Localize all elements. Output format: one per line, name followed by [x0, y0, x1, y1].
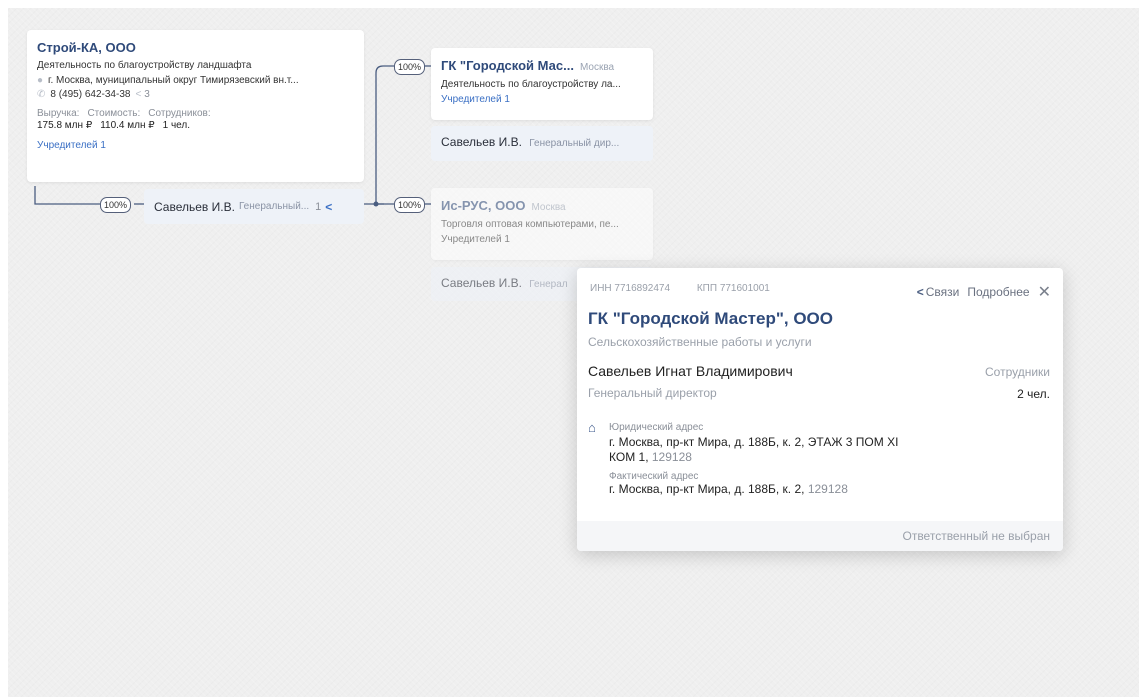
person-node-role: Генеральный дир...	[529, 138, 620, 149]
popup-employees-label: Сотрудники	[985, 365, 1050, 379]
company-popup: ИНН 7716892474 КПП 771601001 < Связи Под…	[577, 268, 1063, 551]
revenue-value: 175.8 млн ₽	[37, 120, 93, 131]
share-percent-badge: 100%	[394, 197, 426, 213]
actual-zip: 129128	[807, 482, 848, 496]
cost-value: 110.4 млн ₽	[100, 120, 155, 131]
person-node[interactable]: Савельев И.В. Генеральный дир...	[431, 126, 653, 161]
person-node-name: Савельев И.В.	[154, 199, 235, 214]
company-node-gk[interactable]: ГК "Городской Мас... Москва Деятельность …	[431, 48, 653, 120]
actual-address: г. Москва, пр-кт Мира, д. 188Б, к. 2,	[609, 482, 805, 496]
share-percent-badge: 100%	[394, 59, 426, 75]
popup-director-role: Генеральный директор	[588, 386, 717, 400]
main-company-address: г. Москва, муниципальный округ Тимирязев…	[48, 75, 299, 86]
main-company-phone: 8 (495) 642-34-38	[50, 89, 131, 100]
close-icon[interactable]: ✕	[1038, 282, 1051, 302]
main-company-name[interactable]: Строй-КА, ООО	[37, 40, 354, 55]
company-node-activity: Торговля оптовая компьютерами, пе...	[441, 219, 619, 230]
legal-address-label: Юридический адрес	[609, 422, 704, 433]
legal-address-line2: КОМ 1,	[609, 450, 649, 464]
home-icon: ⌂	[588, 420, 596, 435]
share-icon[interactable]: <	[135, 89, 141, 100]
company-node-isrus[interactable]: Ис-РУС, ООО Москва Торговля оптовая компь…	[431, 188, 653, 260]
responsible-status[interactable]: Ответственный не выбран	[577, 521, 1063, 551]
inn-label: ИНН	[590, 283, 612, 294]
share-percent-badge: 100%	[100, 197, 132, 213]
employees-label: Сотрудников:	[148, 108, 211, 119]
company-node-activity: Деятельность по благоустройству ла...	[441, 79, 621, 90]
person-node-role: Генерал	[529, 279, 568, 290]
person-node-count: 1	[315, 200, 322, 213]
popup-employees-value: 2 чел.	[1017, 387, 1050, 401]
share-icon[interactable]: <	[917, 285, 924, 299]
company-node-city: Москва	[579, 62, 615, 73]
company-node-name[interactable]: ГК "Городской Мас...	[441, 58, 574, 73]
company-node-founders[interactable]: Учредителей 1	[441, 94, 643, 105]
kpp-label: КПП	[696, 283, 718, 294]
location-pin-icon: ●	[37, 75, 44, 86]
company-node-name[interactable]: Ис-РУС, ООО	[441, 198, 525, 213]
person-node-name: Савельев И.В.	[441, 135, 522, 149]
legal-zip: 129128	[651, 450, 692, 464]
company-node-city: Москва	[531, 202, 566, 213]
popup-activity: Сельскохозяйственные работы и услуги	[588, 335, 812, 349]
main-founders-link[interactable]: Учредителей 1	[37, 140, 354, 151]
share-count: 3	[144, 89, 150, 100]
company-node-founders[interactable]: Учредителей 1	[441, 234, 643, 245]
person-node-name: Савельев И.В.	[441, 276, 522, 290]
phone-icon: ✆	[37, 89, 46, 100]
revenue-label: Выручка:	[37, 108, 80, 119]
cost-label: Стоимость:	[87, 108, 141, 119]
employees-value: 1 чел.	[162, 120, 191, 131]
graph-canvas[interactable]: Строй-КА, ООО Деятельность по благоустро…	[8, 8, 1139, 697]
details-button[interactable]: Подробнее	[967, 285, 1029, 299]
main-company-card[interactable]: Строй-КА, ООО Деятельность по благоустро…	[27, 30, 364, 182]
actual-address-label: Фактический адрес	[609, 471, 699, 482]
share-icon[interactable]: <	[325, 200, 332, 214]
person-node[interactable]: Савельев И.В. Генеральный... 1 <	[144, 189, 364, 224]
legal-address-line1: г. Москва, пр-кт Мира, д. 188Б, к. 2, ЭТ…	[609, 435, 899, 449]
links-button[interactable]: Связи	[926, 285, 960, 299]
popup-company-name[interactable]: ГК "Городской Мастер", ООО	[588, 309, 833, 329]
kpp-value: 771601001	[719, 283, 770, 294]
main-company-activity: Деятельность по благоустройству ландшафт…	[37, 60, 252, 71]
inn-value: 7716892474	[614, 283, 671, 294]
person-node-role: Генеральный...	[238, 201, 310, 212]
popup-director-name[interactable]: Савельев Игнат Владимирович	[588, 363, 793, 379]
